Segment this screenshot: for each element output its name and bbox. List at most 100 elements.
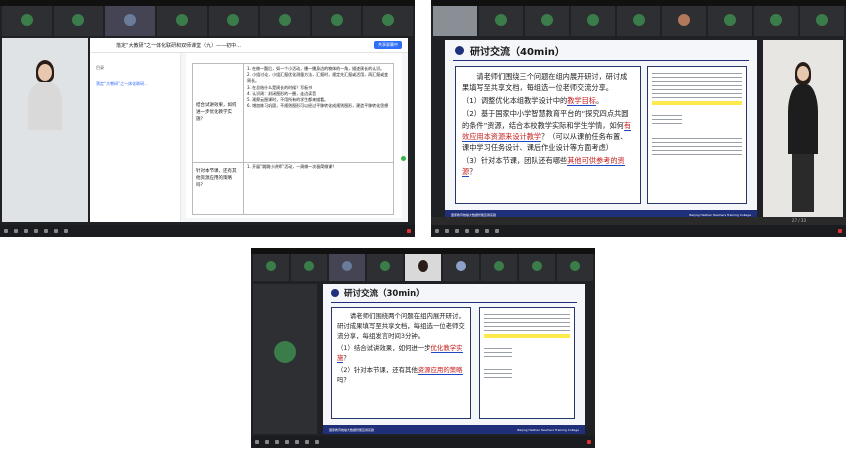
camera-button[interactable] xyxy=(14,228,18,234)
participant-tile[interactable] xyxy=(481,254,517,281)
participant-strip xyxy=(251,254,595,281)
participant-tile[interactable] xyxy=(367,254,403,281)
participant-tile[interactable] xyxy=(2,6,52,36)
intro-paragraph: 请老师们围绕两个问题在组内展开研讨，研讨成果填写至共享文档，每组选一位老师交流分… xyxy=(337,312,465,340)
record-icon xyxy=(305,439,309,444)
camera-button[interactable] xyxy=(265,439,269,445)
chat-button[interactable] xyxy=(295,439,299,445)
participant-tile[interactable] xyxy=(53,6,104,36)
participant-strip xyxy=(431,6,846,36)
scroll-indicator[interactable] xyxy=(401,156,406,161)
participant-tile[interactable] xyxy=(519,254,555,281)
people-icon xyxy=(465,228,469,233)
avatar xyxy=(304,261,314,272)
hangup-icon xyxy=(407,228,411,233)
camera-button[interactable] xyxy=(445,228,449,234)
participant-tile[interactable] xyxy=(329,254,365,281)
participant-tile[interactable] xyxy=(557,254,593,281)
row-answers: 1. 开展“跳跳小讲师”活动，一周做一次极简微课？ xyxy=(243,162,393,214)
participant-tile[interactable] xyxy=(754,6,799,36)
more-button[interactable] xyxy=(495,228,499,234)
avatar xyxy=(278,13,291,26)
slide-title: 研讨交流（40min） xyxy=(470,46,565,58)
question-paragraph: （2）基于国家中小学智慧教育平台的“探究四点共圆的条件”资源，结合本校教学实际和… xyxy=(462,109,632,152)
participant-tile[interactable] xyxy=(708,6,753,36)
avatar xyxy=(816,13,829,26)
meeting-controls xyxy=(431,225,846,237)
slide-text-box: 请老师们围绕两个问题在组内展开研讨，研讨成果填写至共享文档，每组选一位老师交流分… xyxy=(331,307,471,419)
chat-button[interactable] xyxy=(44,228,48,234)
avatar xyxy=(274,340,296,363)
participant-tile[interactable] xyxy=(363,6,413,36)
participant-tile[interactable] xyxy=(524,6,569,36)
participant-tile[interactable] xyxy=(311,6,362,36)
participant-tile[interactable] xyxy=(156,6,207,36)
participants-button[interactable] xyxy=(285,439,289,445)
avatar xyxy=(175,13,188,26)
participant-tile[interactable] xyxy=(570,6,615,36)
more-icon xyxy=(315,439,319,444)
participant-tile[interactable] xyxy=(208,6,259,36)
avatar xyxy=(72,13,85,26)
microphone-icon xyxy=(435,228,439,233)
participant-tile[interactable] xyxy=(800,6,845,36)
more-icon xyxy=(64,228,68,233)
people-icon xyxy=(285,439,289,444)
participant-tile[interactable] xyxy=(478,6,523,36)
chat-icon xyxy=(475,228,479,233)
presenter-figure xyxy=(786,62,820,212)
avatar xyxy=(632,13,645,26)
leave-meeting-button[interactable] xyxy=(838,228,842,234)
avatar xyxy=(770,13,783,26)
share-screen-button[interactable] xyxy=(275,439,279,445)
slide-footer: 国家教育统编大数据智能应用实践 Beijing Haidian Teachers… xyxy=(323,425,585,434)
participant-tile[interactable] xyxy=(616,6,661,36)
row-question: 结合试讲效果，如何进一步优化教学实施？ xyxy=(196,103,237,123)
presentation-slide: 研讨交流（30min） 请老师们围绕两个问题在组内展开研讨，研讨成果填写至共享文… xyxy=(323,284,585,434)
question-paragraph: （1）调整优化本组教学设计中的教学目标。 xyxy=(462,96,604,107)
participant-tile[interactable] xyxy=(433,6,477,36)
sidebar-label: 目录 xyxy=(96,65,104,70)
document-sidebar: 目录 落定“大教研”之一体化联研... xyxy=(90,53,181,222)
avatar xyxy=(532,261,542,272)
more-button[interactable] xyxy=(64,228,68,234)
record-button[interactable] xyxy=(305,439,309,445)
participant-tile[interactable] xyxy=(291,254,327,281)
participants-button[interactable] xyxy=(465,228,469,234)
sidebar-toc-link[interactable]: 落定“大教研”之一体化联研... xyxy=(96,81,180,87)
participant-tile[interactable] xyxy=(443,254,479,281)
speaker-video xyxy=(2,38,88,222)
mic-button[interactable] xyxy=(4,228,8,234)
leave-meeting-button[interactable] xyxy=(407,228,411,234)
record-button[interactable] xyxy=(485,228,489,234)
avatar xyxy=(724,13,737,26)
more-button[interactable] xyxy=(315,439,319,445)
header-rule xyxy=(331,302,577,303)
share-button[interactable]: 共享屏幕中 xyxy=(374,41,402,49)
hangup-icon xyxy=(838,228,842,233)
participant-tile[interactable] xyxy=(405,254,441,281)
participant-strip xyxy=(0,6,415,36)
leave-meeting-button[interactable] xyxy=(587,439,591,445)
share-screen-button[interactable] xyxy=(455,228,459,234)
avatar xyxy=(456,261,466,272)
participants-button[interactable] xyxy=(34,228,38,234)
record-button[interactable] xyxy=(54,228,58,234)
mic-button[interactable] xyxy=(435,228,439,234)
participant-tile[interactable] xyxy=(105,6,155,36)
participant-tile[interactable] xyxy=(260,6,310,36)
bullet-dot-icon xyxy=(455,45,464,55)
participant-tile[interactable] xyxy=(253,254,289,281)
hangup-icon xyxy=(587,439,591,444)
avatar xyxy=(570,261,580,272)
camera-icon xyxy=(445,228,449,233)
share-screen-button[interactable] xyxy=(24,228,28,234)
intro-paragraph: 请老师们围绕三个问题在组内展开研讨，研讨成果填写至共享文档，每组选一位老师交流分… xyxy=(462,72,628,93)
chat-button[interactable] xyxy=(475,228,479,234)
slide-title: 研讨交流（30min） xyxy=(344,289,425,299)
participant-tile[interactable] xyxy=(662,6,707,36)
mic-button[interactable] xyxy=(255,439,259,445)
answer-line: 1. 开展“跳跳小讲师”活动，一周做一次极简微课？ xyxy=(247,164,337,169)
avatar xyxy=(678,13,691,26)
avatar xyxy=(494,13,507,26)
